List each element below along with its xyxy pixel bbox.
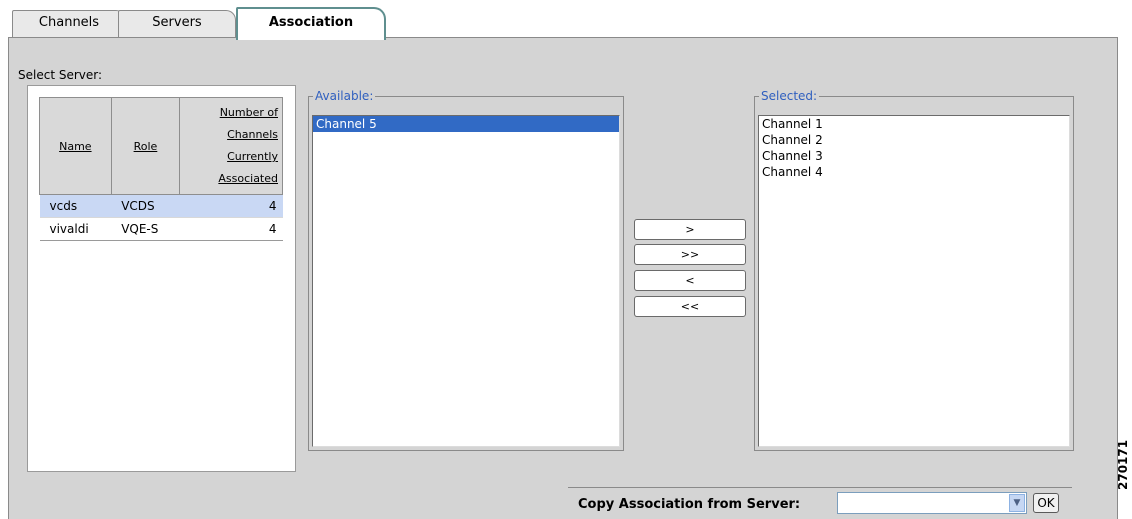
table-row[interactable]: vcds VCDS 4: [39, 194, 283, 218]
remove-all-button[interactable]: <<: [634, 296, 746, 317]
list-item[interactable]: Channel 3: [759, 148, 1069, 164]
copy-association-label: Copy Association from Server:: [578, 497, 801, 512]
remove-button[interactable]: <: [634, 270, 746, 291]
select-server-label: Select Server:: [18, 68, 103, 82]
selected-fieldset: Selected: Channel 1 Channel 2 Channel 3 …: [754, 89, 1074, 451]
server-role-cell: VQE-S: [111, 217, 180, 241]
copy-divider: [568, 487, 1072, 488]
server-table: Name Role Number of Channels Currently A…: [39, 97, 283, 241]
ok-button[interactable]: OK: [1033, 493, 1059, 513]
server-table-container: Name Role Number of Channels Currently A…: [27, 85, 296, 472]
available-label: Available:: [315, 89, 374, 103]
chevron-down-icon[interactable]: ▼: [1009, 494, 1025, 512]
available-fieldset: Available: Channel 5: [308, 89, 624, 451]
table-row[interactable]: vivaldi VQE-S 4: [39, 217, 283, 241]
list-item[interactable]: Channel 2: [759, 132, 1069, 148]
selected-label: Selected:: [761, 89, 818, 103]
server-name-cell: vcds: [39, 194, 112, 218]
figure-id: 270171: [1116, 439, 1130, 490]
column-header-channel-count[interactable]: Number of Channels Currently Associated: [179, 97, 283, 195]
tab-bar: Channels Servers Association: [0, 0, 1132, 40]
add-all-button[interactable]: >>: [634, 244, 746, 265]
channel-count-cell: 4: [179, 194, 283, 218]
tab-servers[interactable]: Servers: [118, 10, 236, 37]
channel-count-cell: 4: [179, 217, 283, 241]
server-name-cell: vivaldi: [39, 217, 112, 241]
column-header-name[interactable]: Name: [39, 97, 112, 195]
copy-server-select[interactable]: ▼: [837, 492, 1027, 514]
list-item[interactable]: Channel 4: [759, 164, 1069, 180]
column-header-role[interactable]: Role: [110, 97, 181, 195]
list-item[interactable]: Channel 1: [759, 116, 1069, 132]
server-role-cell: VCDS: [111, 194, 180, 218]
list-item[interactable]: Channel 5: [313, 116, 619, 132]
selected-listbox[interactable]: Channel 1 Channel 2 Channel 3 Channel 4: [758, 115, 1070, 447]
tab-association[interactable]: Association: [236, 7, 386, 40]
tab-channels[interactable]: Channels: [12, 10, 126, 37]
available-listbox[interactable]: Channel 5: [312, 115, 620, 447]
add-button[interactable]: >: [634, 219, 746, 240]
